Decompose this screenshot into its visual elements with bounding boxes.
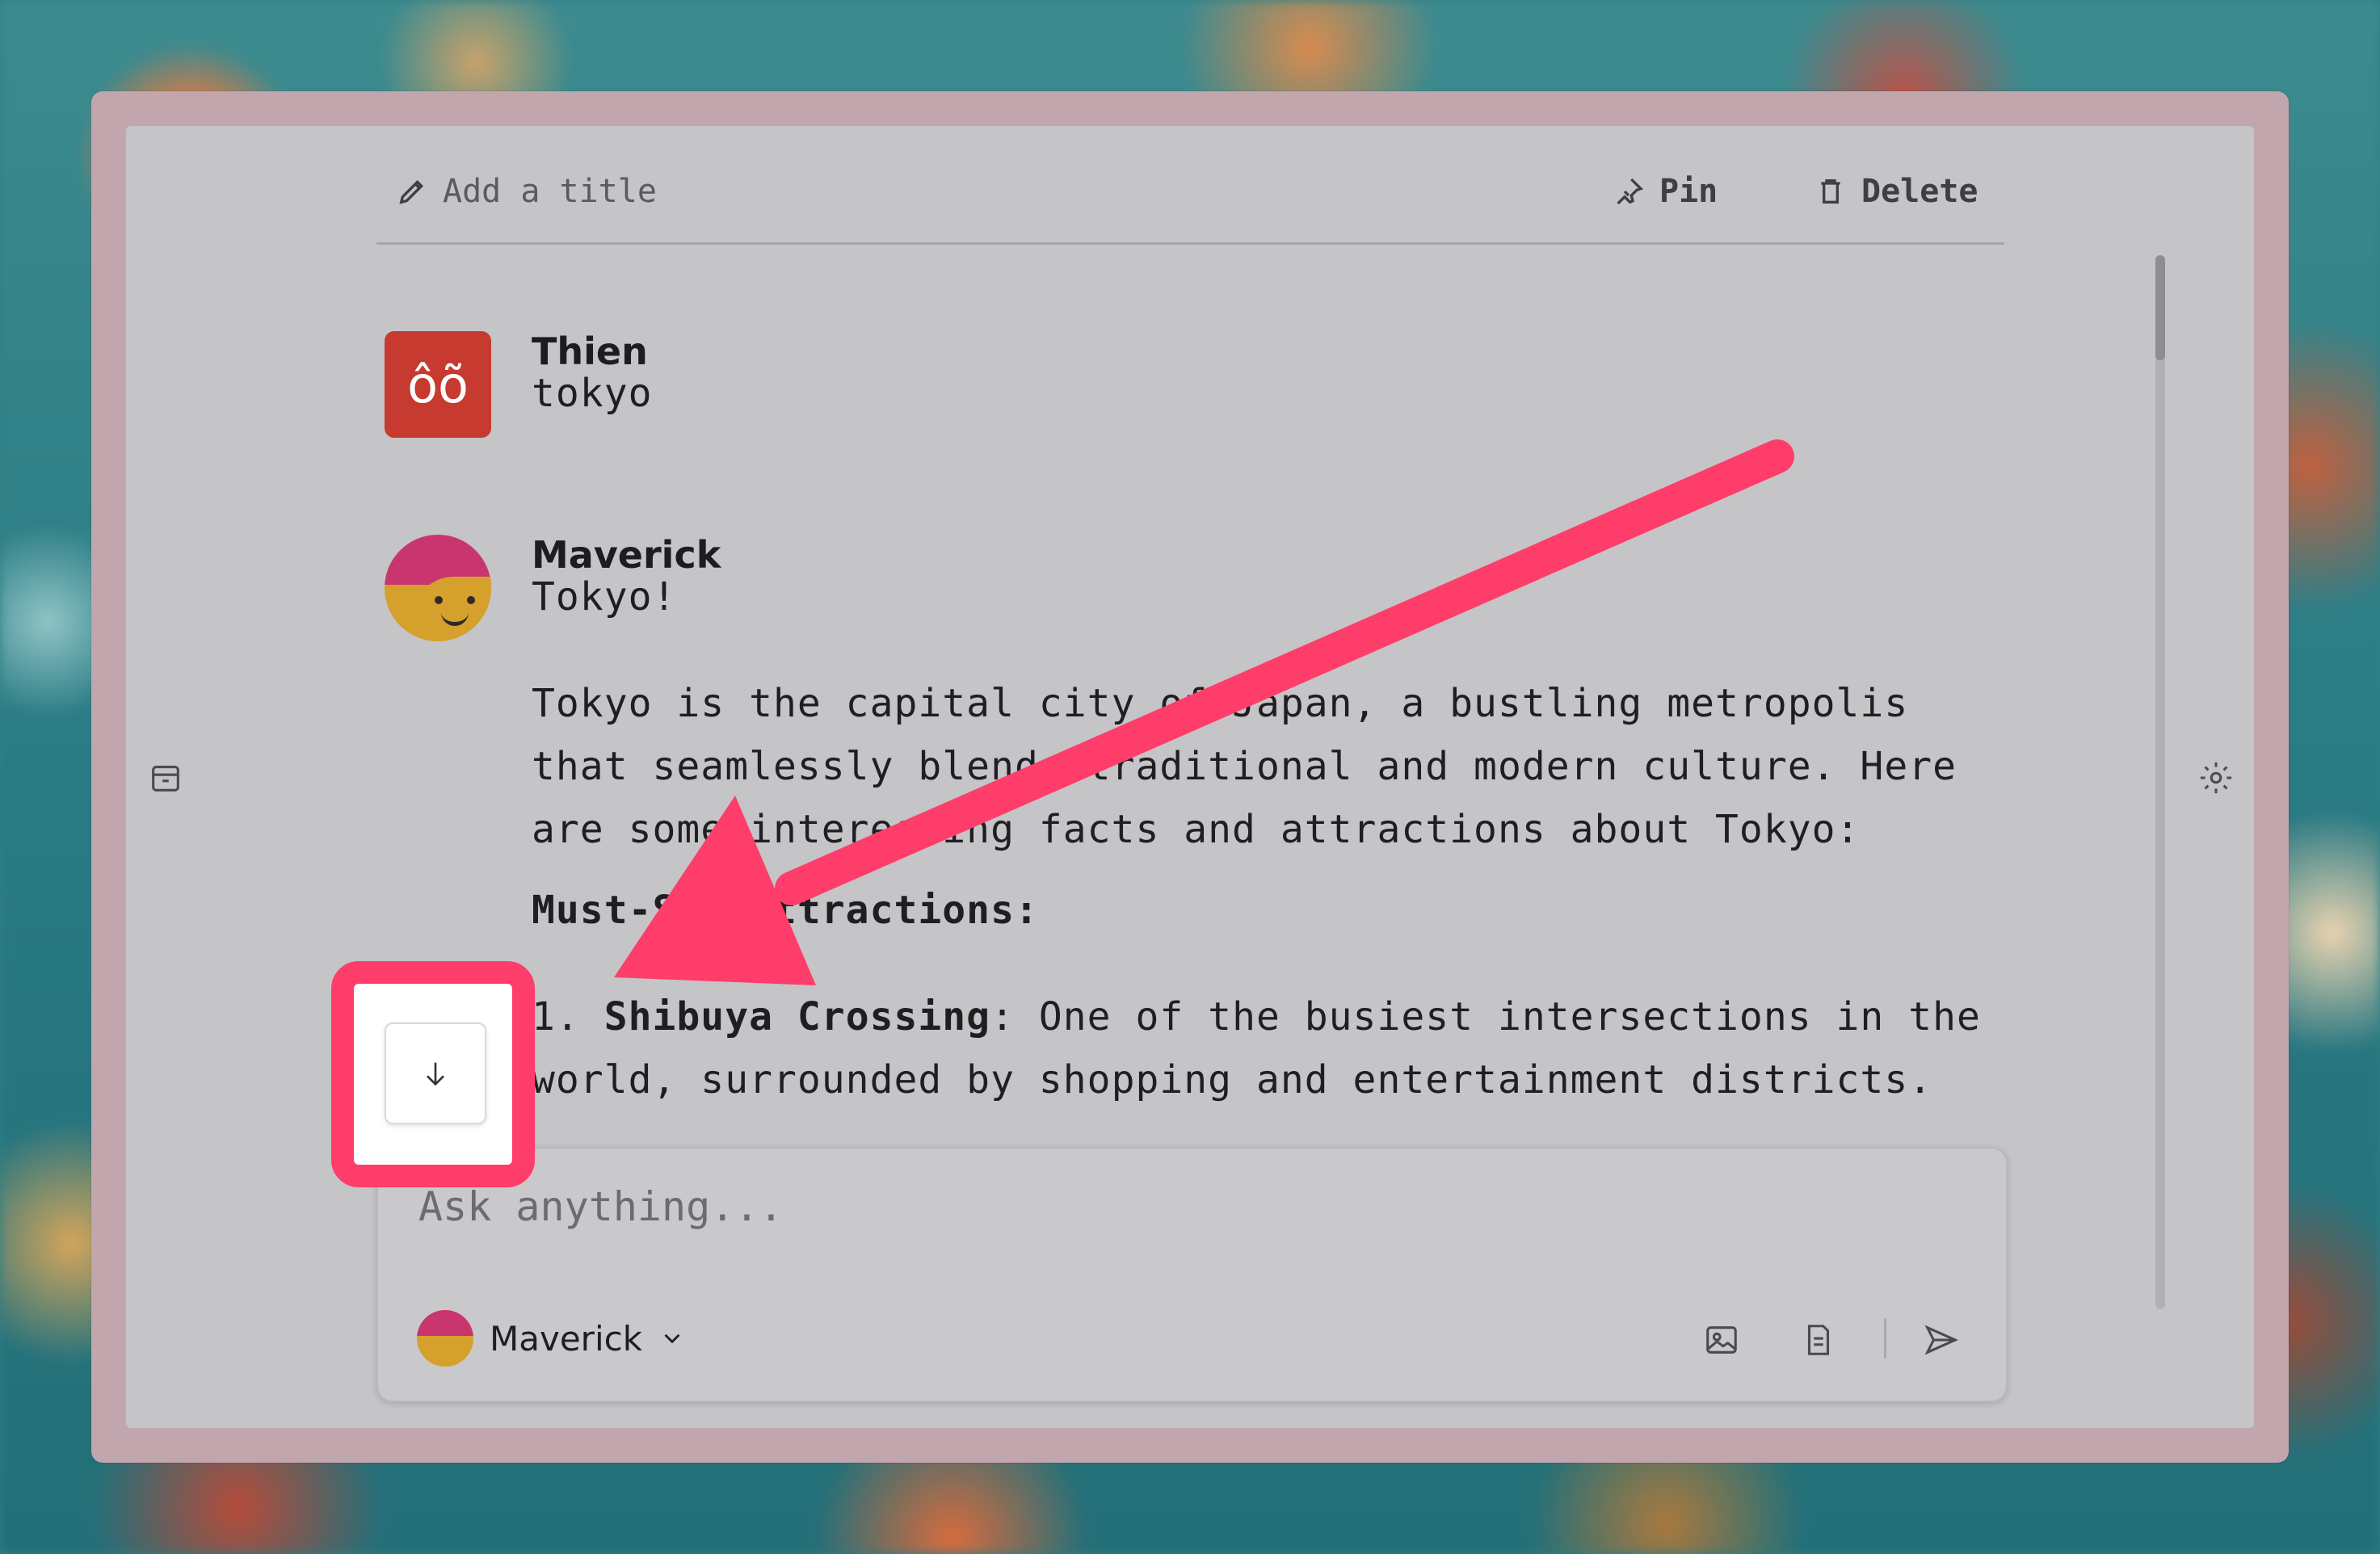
list-item-number: 1. <box>532 994 580 1040</box>
send-icon[interactable] <box>1923 1321 1960 1359</box>
pencil-icon <box>399 179 424 204</box>
scrollbar-thumb[interactable] <box>2155 255 2165 360</box>
maverick-avatar <box>385 535 491 641</box>
thien-avatar: ôõ <box>385 331 491 438</box>
model-selector[interactable]: Maverick <box>417 1310 686 1367</box>
archive-icon[interactable] <box>147 759 184 796</box>
add-title-button[interactable]: Add a title <box>396 173 657 210</box>
add-title-label: Add a title <box>443 173 657 210</box>
chevron-down-icon <box>664 1334 680 1344</box>
pin-icon <box>1617 178 1644 205</box>
thien-avatar-glyph: ôõ <box>407 355 469 414</box>
thien-message-text: tokyo <box>532 371 653 416</box>
delete-button[interactable]: Delete <box>1814 173 1978 210</box>
file-icon[interactable] <box>1800 1321 1837 1359</box>
pin-button[interactable]: Pin <box>1613 173 1718 210</box>
scroll-down-button[interactable] <box>385 1023 486 1124</box>
maverick-greeting: Tokyo! <box>532 574 677 620</box>
composer-divider <box>1884 1318 1886 1359</box>
scroll-down-highlight <box>331 961 535 1187</box>
ask-input[interactable] <box>417 1178 1955 1236</box>
trash-icon <box>1821 179 1840 204</box>
pin-label: Pin <box>1659 173 1718 210</box>
chat-scrollbar[interactable] <box>2155 255 2165 1309</box>
arrow-down-icon <box>427 1062 444 1086</box>
list-item-title: Shibuya Crossing <box>603 994 991 1040</box>
settings-icon[interactable] <box>2197 759 2235 796</box>
image-icon[interactable] <box>1703 1321 1740 1359</box>
chat-header: Add a title Pin Delete <box>376 153 2004 245</box>
maverick-paragraph: Tokyo is the capital city of Japan, a bu… <box>532 681 1957 852</box>
list-item: 1. Shibuya Crossing: One of the busiest … <box>532 985 1986 1111</box>
composer: Maverick <box>376 1147 2008 1402</box>
maverick-small-avatar <box>417 1310 473 1367</box>
delete-label: Delete <box>1861 173 1978 210</box>
section-heading: Must-See Attractions: <box>532 888 1039 933</box>
message-list: ôõ Thien tokyo Maverick Tokyo! Tokyo is … <box>376 258 2004 1147</box>
model-name: Maverick <box>490 1318 643 1359</box>
